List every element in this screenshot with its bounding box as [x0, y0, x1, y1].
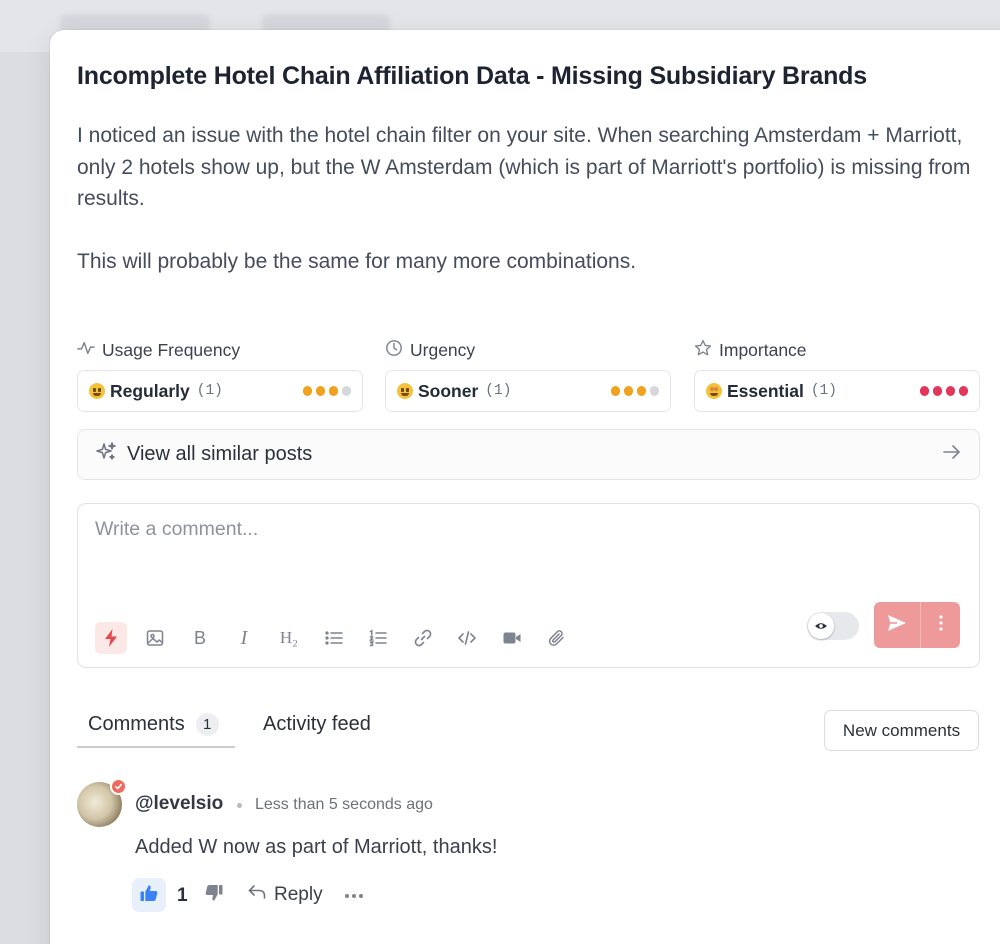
clock-icon	[385, 339, 403, 362]
view-similar-posts-button[interactable]: View all similar posts	[77, 429, 980, 480]
separator-dot	[237, 803, 242, 808]
urgency-heading: Urgency	[385, 338, 475, 362]
reply-button[interactable]: Reply	[247, 882, 323, 908]
level-dot	[315, 386, 325, 396]
visibility-toggle[interactable]	[807, 612, 859, 640]
metric-value: Essential	[727, 380, 804, 401]
post-paragraph: This will probably be the same for many …	[77, 249, 637, 273]
star-struck-emoji-icon	[706, 383, 722, 399]
level-dot	[328, 386, 338, 396]
tab-label: Comments	[88, 712, 185, 735]
level-dot	[636, 386, 646, 396]
activity-icon	[77, 339, 95, 362]
grinning-emoji-icon	[397, 383, 413, 399]
active-tab-indicator	[77, 746, 235, 748]
link-icon[interactable]	[407, 622, 439, 654]
level-dot	[623, 386, 633, 396]
like-button[interactable]	[132, 878, 166, 912]
level-dot	[945, 386, 955, 396]
level-dots	[302, 386, 351, 396]
comment-timestamp: Less than 5 seconds ago	[255, 796, 433, 813]
level-dot	[958, 386, 968, 396]
send-icon	[886, 612, 908, 639]
reply-arrow-icon	[247, 882, 267, 908]
sparkles-icon	[95, 441, 117, 468]
level-dots	[610, 386, 659, 396]
like-count: 1	[177, 885, 188, 906]
more-horizontal-icon	[344, 886, 364, 904]
usage-frequency-select[interactable]: Regularly (1)	[77, 370, 363, 412]
level-dot	[919, 386, 929, 396]
bullet-list-icon[interactable]	[318, 622, 350, 654]
importance-select[interactable]: Essential (1)	[694, 370, 980, 412]
level-dots	[919, 386, 968, 396]
level-dot	[302, 386, 312, 396]
code-icon[interactable]	[451, 622, 483, 654]
video-icon[interactable]	[496, 622, 528, 654]
send-options-button[interactable]	[920, 602, 960, 648]
bold-icon[interactable]: B	[184, 622, 216, 654]
send-button[interactable]	[874, 602, 920, 648]
heading-2-icon[interactable]: H₂	[273, 622, 305, 654]
thumbs-up-icon	[139, 883, 159, 908]
heading-glyph: H₂	[279, 628, 299, 647]
tab-activity-feed[interactable]: Activity feed	[263, 710, 371, 738]
numbered-list-icon[interactable]	[362, 622, 394, 654]
level-dot	[649, 386, 659, 396]
more-options-button[interactable]	[342, 882, 366, 908]
image-icon[interactable]	[139, 622, 171, 654]
post-body: I noticed an issue with the hotel chain …	[77, 120, 987, 277]
bold-glyph: B	[193, 627, 206, 648]
more-vertical-icon	[938, 614, 944, 637]
comment-input[interactable]	[78, 504, 979, 594]
new-comments-button[interactable]: New comments	[824, 710, 979, 751]
avatar[interactable]	[77, 778, 127, 827]
metric-heading-label: Urgency	[410, 339, 476, 360]
bolt-icon[interactable]	[95, 622, 127, 654]
attachment-icon[interactable]	[541, 622, 573, 654]
level-dot	[341, 386, 351, 396]
reply-label: Reply	[274, 884, 323, 905]
tab-label: Activity feed	[263, 712, 371, 735]
post-modal: Incomplete Hotel Chain Affiliation Data …	[50, 30, 1000, 944]
level-dot	[932, 386, 942, 396]
similar-posts-label: View all similar posts	[127, 443, 313, 465]
metric-count: (1)	[196, 383, 223, 399]
grinning-emoji-icon	[89, 383, 105, 399]
comment-text: Added W now as part of Marriott, thanks!	[135, 836, 498, 858]
send-button-group	[874, 602, 960, 648]
importance-heading: Importance	[694, 338, 807, 362]
post-title: Incomplete Hotel Chain Affiliation Data …	[77, 62, 867, 90]
comments-count-badge: 1	[195, 712, 219, 736]
metric-value: Sooner	[418, 380, 479, 401]
comment-author[interactable]: @levelsio	[135, 793, 223, 815]
comment-composer: B I H₂	[77, 503, 980, 668]
metric-heading-label: Usage Frequency	[102, 339, 241, 360]
star-icon	[694, 339, 712, 362]
italic-glyph: I	[240, 626, 248, 649]
level-dot	[610, 386, 620, 396]
metric-count: (1)	[485, 383, 512, 399]
italic-icon[interactable]: I	[228, 622, 260, 654]
post-paragraph: I noticed an issue with the hotel chain …	[77, 124, 971, 210]
metric-count: (1)	[810, 383, 837, 399]
metric-heading-label: Importance	[719, 339, 807, 360]
usage-frequency-heading: Usage Frequency	[77, 338, 240, 362]
tab-comments[interactable]: Comments 1	[88, 710, 219, 738]
verified-badge-icon	[110, 778, 127, 795]
urgency-select[interactable]: Sooner (1)	[385, 370, 671, 412]
dislike-button[interactable]	[201, 882, 227, 908]
metric-value: Regularly	[110, 380, 190, 401]
eye-icon	[808, 613, 834, 639]
arrow-right-icon	[942, 442, 962, 467]
thumbs-down-icon	[204, 883, 224, 908]
